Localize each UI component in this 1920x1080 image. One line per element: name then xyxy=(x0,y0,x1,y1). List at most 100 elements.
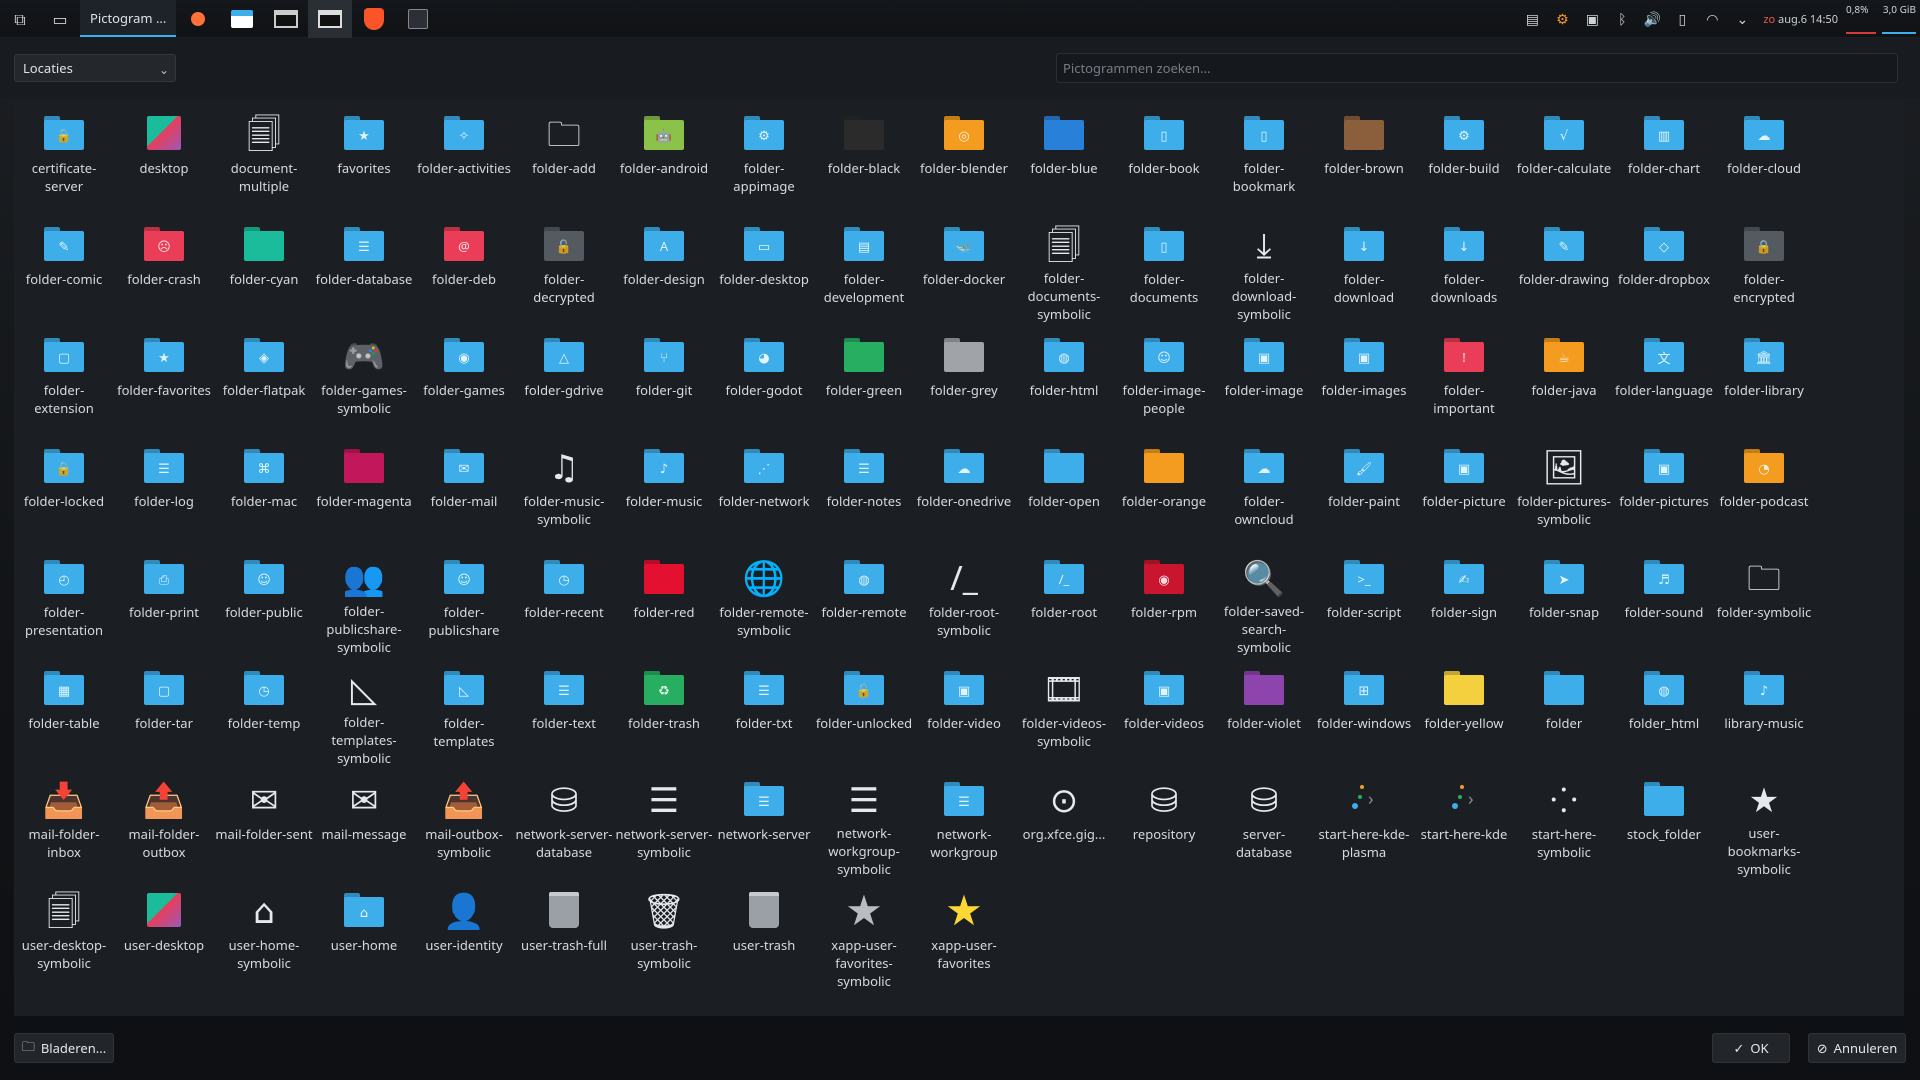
icon-grid-item[interactable]: 📤 mail-outbox-symbolic xyxy=(414,767,514,878)
icon-grid-item[interactable]: 🗐 user-desktop-symbolic xyxy=(14,878,114,989)
volume-icon[interactable]: 🔊 xyxy=(1637,0,1667,38)
icon-grid-item[interactable]: ▥ folder-chart xyxy=(1614,101,1714,212)
icon-grid-item[interactable]: ◍ folder-html xyxy=(1014,323,1114,434)
chevron-down-icon[interactable]: ⌄ xyxy=(1727,0,1757,38)
icon-grid-item[interactable]: /_ folder-root-symbolic xyxy=(914,545,1014,656)
icon-grid-item[interactable]: ◍ folder_html xyxy=(1614,656,1714,767)
icon-grid-item[interactable]: 📤 mail-folder-outbox xyxy=(114,767,214,878)
icon-grid-item[interactable]: ★ folder-favorites xyxy=(114,323,214,434)
icon-grid-item[interactable]: ▣ folder-pictures xyxy=(1614,434,1714,545)
icon-grid-item[interactable]: folder-cyan xyxy=(214,212,314,323)
icon-grid-item[interactable]: ☰ folder-text xyxy=(514,656,614,767)
icon-grid-item[interactable]: ✉ folder-mail xyxy=(414,434,514,545)
icon-grid-item[interactable]: ⛁ repository xyxy=(1114,767,1214,878)
taskbar-firefox-icon[interactable] xyxy=(176,0,220,38)
icon-grid-item[interactable]: ⚙ folder-build xyxy=(1414,101,1514,212)
icon-grid-item[interactable]: ♬ folder-sound xyxy=(1614,545,1714,656)
icon-grid-item[interactable]: ⑂ folder-git xyxy=(614,323,714,434)
icon-grid-item[interactable]: ▭ folder-desktop xyxy=(714,212,814,323)
icon-grid-item[interactable]: ★ xapp-user-favorites-symbolic xyxy=(814,878,914,991)
icon-grid-item[interactable]: ☁ folder-onedrive xyxy=(914,434,1014,545)
icon-grid-item[interactable]: 👤 user-identity xyxy=(414,878,514,989)
icon-grid-item[interactable]: ☰ network-workgroup-symbolic xyxy=(814,767,914,879)
icon-grid-item[interactable]: 👥 folder-publicshare-symbolic xyxy=(314,545,414,657)
icon-grid-item[interactable]: ☺ folder-image-people xyxy=(1114,323,1214,434)
icon-grid-item[interactable]: stock_folder xyxy=(1614,767,1714,878)
icon-grid-item[interactable]: ▣ folder-videos xyxy=(1114,656,1214,767)
phone-icon[interactable]: ▯ xyxy=(1667,0,1697,38)
taskbar-settings-icon[interactable] xyxy=(396,0,440,38)
icon-grid-item[interactable]: ◕ folder-godot xyxy=(714,323,814,434)
icon-grid-item[interactable]: 🔓 folder-decrypted xyxy=(514,212,614,323)
icon-grid-item[interactable]: 🗀 folder-symbolic xyxy=(1714,545,1814,656)
icon-grid-item[interactable]: ▣ folder-picture xyxy=(1414,434,1514,545)
icon-grid-item[interactable]: ▢ folder-tar xyxy=(114,656,214,767)
icon-grid-item[interactable]: 🔒 folder-locked xyxy=(14,434,114,545)
icon-grid-item[interactable]: ◉ folder-rpm xyxy=(1114,545,1214,656)
browse-button[interactable]: 🗀 Bladeren... xyxy=(14,1033,114,1063)
icon-grid-item[interactable]: 🎮 folder-games-symbolic xyxy=(314,323,414,434)
icon-grid-item[interactable]: ✧ folder-activities xyxy=(414,101,514,212)
icon-grid-item[interactable]: 🗑 user-trash-symbolic xyxy=(614,878,714,989)
icon-grid-item[interactable]: ★ xapp-user-favorites xyxy=(914,878,1014,989)
icon-grid-item[interactable]: 🐳 folder-docker xyxy=(914,212,1014,323)
clock[interactable]: zo aug.6 14:50 xyxy=(1757,12,1844,27)
icon-grid-item[interactable]: ! folder-important xyxy=(1414,323,1514,434)
icon-grid-item[interactable]: ✍ folder-sign xyxy=(1414,545,1514,656)
icon-grid-item[interactable]: 🗐 folder-documents-symbolic xyxy=(1014,212,1114,324)
icon-grid-item[interactable]: ✉ mail-folder-sent xyxy=(214,767,314,878)
icon-grid-item[interactable]: ☁ folder-cloud xyxy=(1714,101,1814,212)
icon-grid-item[interactable]: user-trash xyxy=(714,878,814,989)
icon-grid-item[interactable]: folder-magenta xyxy=(314,434,414,545)
icon-grid-item[interactable]: ★ user-bookmarks-symbolic xyxy=(1714,767,1814,879)
icon-grid-item[interactable]: ◉ folder-games xyxy=(414,323,514,434)
icon-grid-item[interactable]: ▣ folder-video xyxy=(914,656,1014,767)
icon-grid-item[interactable]: ▢ folder-extension xyxy=(14,323,114,434)
icon-grid-item[interactable]: ◺ folder-templates-symbolic xyxy=(314,656,414,768)
icon-grid-item[interactable]: folder xyxy=(1514,656,1614,767)
icon-grid-item[interactable]: folder-grey xyxy=(914,323,1014,434)
icon-grid-item[interactable]: ✎ folder-comic xyxy=(14,212,114,323)
icon-grid-item[interactable]: ▯ folder-bookmark xyxy=(1214,101,1314,212)
icon-grid-item[interactable]: ◷ folder-recent xyxy=(514,545,614,656)
clipboard-icon[interactable]: ▣ xyxy=(1577,0,1607,38)
taskbar-active-window[interactable]: Pictogram ... xyxy=(80,0,177,37)
icon-grid-item[interactable]: ♪ folder-music xyxy=(614,434,714,545)
icon-grid-item[interactable]: 🖼 folder-pictures-symbolic xyxy=(1514,434,1614,545)
icon-grid-item[interactable]: ☰ folder-notes xyxy=(814,434,914,545)
updates-icon[interactable]: ⚙ xyxy=(1547,0,1577,38)
icon-grid-item[interactable]: ✎ folder-drawing xyxy=(1514,212,1614,323)
cancel-button[interactable]: ⊘ Annuleren xyxy=(1808,1033,1906,1063)
icon-grid-item[interactable]: ☰ network-workgroup xyxy=(914,767,1014,878)
search-field[interactable] xyxy=(1056,53,1898,83)
icon-grid-item[interactable]: ◎ folder-blender xyxy=(914,101,1014,212)
icon-grid-item[interactable]: user-trash-full xyxy=(514,878,614,989)
icon-grid-item[interactable]: ↓ folder-download xyxy=(1314,212,1414,323)
icon-grid-item[interactable]: ▤ folder-development xyxy=(814,212,914,323)
icon-grid-item[interactable]: ✉ mail-message xyxy=(314,767,414,878)
icon-grid-item[interactable]: ☕ folder-java xyxy=(1514,323,1614,434)
icon-grid-item[interactable]: 🖌 folder-paint xyxy=(1314,434,1414,545)
icon-grid-item[interactable]: /_ folder-root xyxy=(1014,545,1114,656)
icon-grid-item[interactable]: ⌘ folder-mac xyxy=(214,434,314,545)
bluetooth-icon[interactable]: ᛒ xyxy=(1607,0,1637,38)
icon-grid-item[interactable]: ▯ folder-book xyxy=(1114,101,1214,212)
icon-grid-item[interactable]: folder-yellow xyxy=(1414,656,1514,767)
icon-grid-item[interactable]: ☰ folder-database xyxy=(314,212,414,323)
icon-grid-item[interactable]: 🎞 folder-videos-symbolic xyxy=(1014,656,1114,767)
app-launcher-icon[interactable]: ⧉ xyxy=(8,7,32,31)
icon-grid-item[interactable]: >_ folder-script xyxy=(1314,545,1414,656)
icon-grid-item[interactable]: ◇ folder-dropbox xyxy=(1614,212,1714,323)
icon-grid-item[interactable]: √ folder-calculate xyxy=(1514,101,1614,212)
icon-grid-item[interactable]: ⌂ user-home-symbolic xyxy=(214,878,314,989)
icon-grid-item[interactable]: 🌐 folder-remote-symbolic xyxy=(714,545,814,656)
icon-grid-item[interactable]: ◷ folder-temp xyxy=(214,656,314,767)
icon-grid-item[interactable]: ☰ folder-txt xyxy=(714,656,814,767)
icon-grid-item[interactable]: 🗀 folder-add xyxy=(514,101,614,212)
search-input[interactable] xyxy=(1063,59,1891,77)
icon-grid-item[interactable]: ☺ folder-publicshare xyxy=(414,545,514,656)
screenshot-icon[interactable]: ▭ xyxy=(48,7,72,31)
icon-grid-item[interactable]: desktop xyxy=(114,101,214,212)
icon-grid-item[interactable]: ⋰ folder-network xyxy=(714,434,814,545)
icon-grid-item[interactable]: › start-here-kde xyxy=(1414,767,1514,878)
